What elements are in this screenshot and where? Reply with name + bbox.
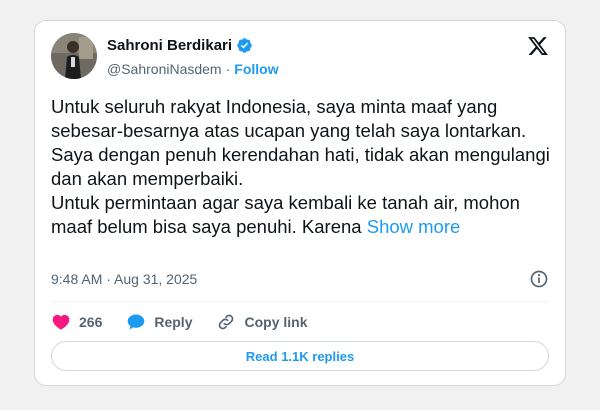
avatar-image [51, 33, 97, 79]
read-replies-button[interactable]: Read 1.1K replies [51, 341, 549, 371]
tweet-timestamp[interactable]: 9:48 AM · Aug 31, 2025 [51, 271, 197, 287]
action-bar: 266 Reply Copy link [51, 311, 332, 333]
reply-button[interactable]: Reply [126, 312, 192, 332]
avatar[interactable] [51, 33, 97, 79]
info-icon[interactable] [529, 269, 549, 289]
divider [51, 301, 549, 302]
author-handle[interactable]: @SahroniNasdem [107, 61, 222, 77]
copy-link-button[interactable]: Copy link [216, 312, 308, 332]
like-button[interactable]: 266 [51, 312, 102, 332]
x-logo-icon[interactable] [527, 35, 549, 57]
reply-label: Reply [154, 314, 193, 330]
like-count: 266 [79, 314, 103, 330]
copy-link-label: Copy link [244, 314, 308, 330]
show-more-link[interactable]: Show more [367, 216, 461, 237]
author-name-row: Sahroni Berdikari [107, 37, 253, 54]
tweet-card: Sahroni Berdikari @SahroniNasdem · Follo… [34, 20, 566, 386]
tweet-text: Untuk seluruh rakyat Indonesia, saya min… [51, 95, 551, 239]
follow-button[interactable]: Follow [234, 61, 278, 77]
verified-badge-icon [237, 38, 252, 53]
heart-icon [52, 314, 70, 330]
tweet-body: Untuk seluruh rakyat Indonesia, saya min… [51, 96, 550, 237]
handle-separator: · [225, 61, 231, 77]
speech-bubble-icon [128, 314, 145, 330]
author-name[interactable]: Sahroni Berdikari [107, 37, 232, 54]
link-icon [219, 314, 234, 330]
author-handle-row: @SahroniNasdem · Follow [107, 61, 279, 77]
